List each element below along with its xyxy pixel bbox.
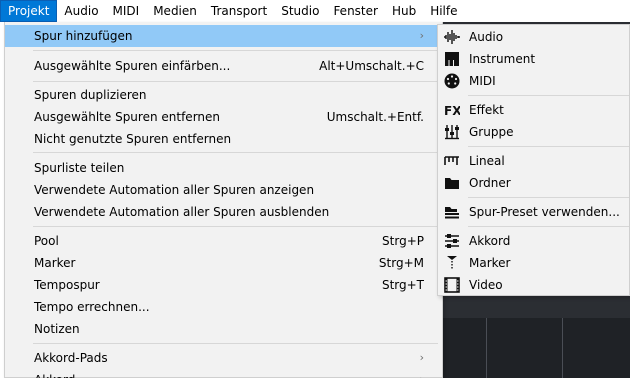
menu-hilfe[interactable]: Hilfe xyxy=(423,0,464,22)
submenu-item-label: Instrument xyxy=(469,52,536,66)
audio-waveform-icon xyxy=(444,30,460,44)
menu-medien[interactable]: Medien xyxy=(146,0,204,22)
menu-item-label: Verwendete Automation aller Spuren anzei… xyxy=(34,183,315,197)
submenu-item-effekt[interactable]: FX Effekt xyxy=(438,99,629,121)
submenu-separator xyxy=(468,197,629,198)
menu-item-label: Spur hinzufügen xyxy=(34,29,133,43)
menu-item-label: Tempo errechnen... xyxy=(34,300,150,314)
menu-item-shortcut: Strg+P xyxy=(382,234,424,248)
chord-icon xyxy=(445,234,459,248)
submenu-item-audio[interactable]: Audio xyxy=(438,26,629,48)
menu-audio[interactable]: Audio xyxy=(57,0,105,22)
submenu-item-label: Lineal xyxy=(469,154,505,168)
menu-transport[interactable]: Transport xyxy=(204,0,274,22)
menu-item-automation-ausblenden[interactable]: Verwendete Automation aller Spuren ausbl… xyxy=(5,201,442,223)
marker-icon xyxy=(447,256,457,270)
menu-item-label: Marker xyxy=(34,256,76,270)
submenu-separator xyxy=(468,226,629,227)
menu-item-label: Notizen xyxy=(34,322,80,336)
menu-item-akkord-pads[interactable]: Akkord-Pads › xyxy=(5,347,442,369)
folder-icon xyxy=(445,178,459,189)
menu-item-spuren-entfernen[interactable]: Ausgewählte Spuren entfernen Umschalt.+E… xyxy=(5,106,442,128)
submenu-item-instrument[interactable]: Instrument xyxy=(438,48,629,70)
menu-item-label: Ausgewählte Spuren einfärben... xyxy=(34,59,231,73)
submenu-item-gruppe[interactable]: Gruppe xyxy=(438,121,629,143)
menu-item-label: Nicht genutzte Spuren entfernen xyxy=(34,132,232,146)
menu-item-label: Spuren duplizieren xyxy=(34,88,147,102)
midi-connector-icon xyxy=(444,73,460,89)
ruler-icon xyxy=(444,156,459,165)
menu-item-akkord[interactable]: Akkord... › xyxy=(5,369,442,378)
track-lane[interactable] xyxy=(438,318,630,378)
submenu-item-akkord[interactable]: Akkord xyxy=(438,230,629,252)
menu-item-label: Pool xyxy=(34,234,59,248)
menu-item-notizen[interactable]: Notizen xyxy=(5,318,442,340)
menu-item-label: Akkord... xyxy=(34,369,87,378)
submenu-item-label: Ordner xyxy=(469,176,511,190)
submenu-item-label: Gruppe xyxy=(469,125,514,139)
menu-fenster[interactable]: Fenster xyxy=(326,0,385,22)
menu-item-shortcut: Alt+Umschalt.+C xyxy=(319,59,424,73)
submenu-separator xyxy=(468,146,629,147)
submenu-item-lineal[interactable]: Lineal xyxy=(438,150,629,172)
menu-separator xyxy=(33,81,438,82)
submenu-item-ordner[interactable]: Ordner xyxy=(438,172,629,194)
menu-separator xyxy=(33,343,438,344)
menu-studio[interactable]: Studio xyxy=(274,0,326,22)
menu-separator xyxy=(33,152,438,153)
submenu-item-label: Audio xyxy=(469,30,504,44)
menu-item-spuren-duplizieren[interactable]: Spuren duplizieren xyxy=(5,84,442,106)
menubar: Projekt Audio MIDI Medien Transport Stud… xyxy=(0,0,630,22)
menu-item-tempo-errechnen[interactable]: Tempo errechnen... xyxy=(5,296,442,318)
submenu-item-midi[interactable]: MIDI xyxy=(438,70,629,92)
menu-midi[interactable]: MIDI xyxy=(106,0,147,22)
menu-item-marker[interactable]: Marker Strg+M xyxy=(5,252,442,274)
menu-item-label: Ausgewählte Spuren entfernen xyxy=(34,110,221,124)
submenu-item-label: MIDI xyxy=(469,74,496,88)
submenu-item-video[interactable]: Video xyxy=(438,274,629,296)
menu-item-spuren-einfaerben[interactable]: Ausgewählte Spuren einfärben... Alt+Umsc… xyxy=(5,55,442,77)
spur-hinzufuegen-submenu: Audio Instrument MIDI FX Effekt Gruppe L… xyxy=(437,24,630,296)
menu-item-label: Tempospur xyxy=(34,278,100,292)
chevron-right-icon: › xyxy=(419,29,424,42)
menu-item-tempospur[interactable]: Tempospur Strg+T xyxy=(5,274,442,296)
menu-item-shortcut: Strg+T xyxy=(381,278,424,292)
menu-separator xyxy=(33,50,438,51)
submenu-separator xyxy=(468,95,629,96)
submenu-item-spur-preset[interactable]: Spur-Preset verwenden... xyxy=(438,201,629,223)
svg-text:FX: FX xyxy=(444,104,460,118)
submenu-item-label: Spur-Preset verwenden... xyxy=(469,205,620,219)
submenu-item-label: Akkord xyxy=(469,234,511,248)
fx-icon: FX xyxy=(444,104,460,118)
submenu-item-label: Marker xyxy=(469,256,511,270)
chevron-right-icon: › xyxy=(419,351,424,364)
submenu-item-marker[interactable]: Marker xyxy=(438,252,629,274)
menu-item-automation-anzeigen[interactable]: Verwendete Automation aller Spuren anzei… xyxy=(5,179,442,201)
projekt-dropdown-menu: Spur hinzufügen › Ausgewählte Spuren ein… xyxy=(4,22,443,378)
chevron-right-icon: › xyxy=(420,369,424,378)
grid-line xyxy=(486,318,487,378)
track-preset-icon xyxy=(445,207,459,219)
submenu-item-label: Effekt xyxy=(469,103,504,117)
menu-hub[interactable]: Hub xyxy=(385,0,423,22)
video-film-icon xyxy=(444,277,460,293)
menu-separator xyxy=(33,226,438,227)
grid-line xyxy=(562,318,563,378)
group-faders-icon xyxy=(445,125,459,140)
menu-item-label: Verwendete Automation aller Spuren ausbl… xyxy=(34,205,330,219)
menu-item-shortcut: Strg+M xyxy=(378,256,424,270)
menu-item-nicht-genutzte-entfernen[interactable]: Nicht genutzte Spuren entfernen xyxy=(5,128,442,150)
piano-keys-icon xyxy=(445,52,459,66)
menu-item-pool[interactable]: Pool Strg+P xyxy=(5,230,442,252)
menu-projekt[interactable]: Projekt xyxy=(0,0,58,22)
menu-item-spur-hinzufuegen[interactable]: Spur hinzufügen › xyxy=(5,25,442,47)
menu-item-spurliste-teilen[interactable]: Spurliste teilen xyxy=(5,157,442,179)
submenu-item-label: Video xyxy=(469,278,503,292)
menu-item-label: Akkord-Pads xyxy=(34,351,108,365)
menu-item-label: Spurliste teilen xyxy=(34,161,125,175)
menu-item-shortcut: Umschalt.+Entf. xyxy=(326,110,424,124)
